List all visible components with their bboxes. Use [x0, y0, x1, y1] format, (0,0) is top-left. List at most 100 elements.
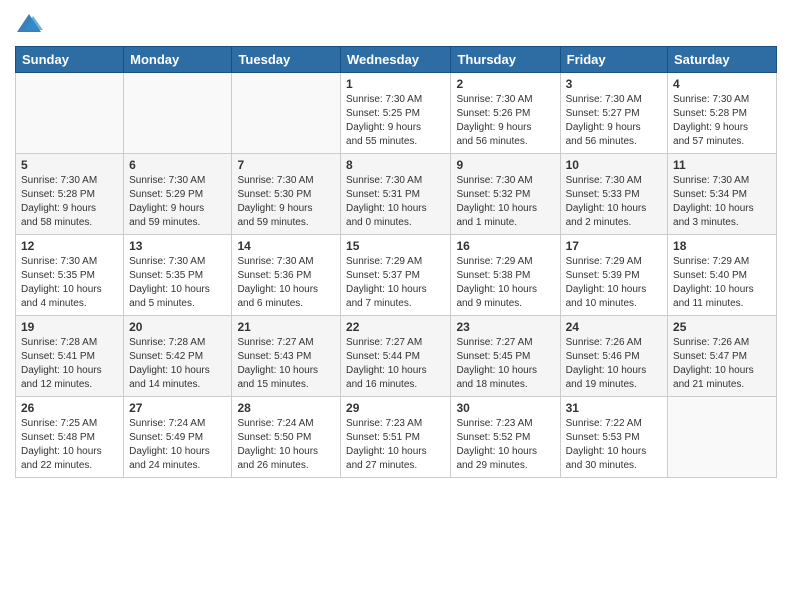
calendar-cell: 20 Sunrise: 7:28 AM Sunset: 5:42 PM Dayli… — [124, 316, 232, 397]
day-number: 20 — [129, 320, 226, 334]
weekday-header-monday: Monday — [124, 47, 232, 73]
day-number: 1 — [346, 77, 445, 91]
calendar-cell: 5Sunrise: 7:30 AM Sunset: 5:28 PM Daylig… — [16, 154, 124, 235]
calendar-cell: 10 Sunrise: 7:30 AM Sunset: 5:33 PM Dayli… — [560, 154, 667, 235]
day-info: Sunrise: 7:23 AM Sunset: 5:52 PM Dayligh… — [456, 417, 554, 473]
page-header — [15, 10, 777, 38]
day-info: Sunrise: 7:29 AM Sunset: 5:37 PM Dayligh… — [346, 255, 445, 311]
calendar-cell: 3Sunrise: 7:30 AM Sunset: 5:27 PM Daylig… — [560, 73, 667, 154]
day-number: 3 — [566, 77, 662, 91]
day-info: Sunrise: 7:29 AM Sunset: 5:39 PM Dayligh… — [566, 255, 662, 311]
day-info: Sunrise: 7:30 AM Sunset: 5:26 PM Dayligh… — [456, 93, 554, 149]
calendar-cell: 4 Sunrise: 7:30 AM Sunset: 5:28 PM Daylig… — [668, 73, 777, 154]
day-number: 23 — [456, 320, 554, 334]
calendar-cell: 15 Sunrise: 7:29 AM Sunset: 5:37 PM Dayli… — [341, 235, 451, 316]
day-info: Sunrise: 7:24 AM Sunset: 5:49 PM Dayligh… — [129, 417, 226, 473]
day-info: Sunrise: 7:29 AM Sunset: 5:40 PM Dayligh… — [673, 255, 771, 311]
weekday-header-row: SundayMondayTuesdayWednesdayThursdayFrid… — [16, 47, 777, 73]
day-info: Sunrise: 7:30 AM Sunset: 5:35 PM Dayligh… — [21, 255, 118, 311]
weekday-header-thursday: Thursday — [451, 47, 560, 73]
day-number: 5 — [21, 158, 118, 172]
calendar-cell: 17Sunrise: 7:29 AM Sunset: 5:39 PM Dayli… — [560, 235, 667, 316]
day-info: Sunrise: 7:30 AM Sunset: 5:36 PM Dayligh… — [237, 255, 335, 311]
day-number: 16 — [456, 239, 554, 253]
calendar-cell: 6Sunrise: 7:30 AM Sunset: 5:29 PM Daylig… — [124, 154, 232, 235]
day-info: Sunrise: 7:22 AM Sunset: 5:53 PM Dayligh… — [566, 417, 662, 473]
calendar-cell: 12 Sunrise: 7:30 AM Sunset: 5:35 PM Dayli… — [16, 235, 124, 316]
calendar-cell: 21 Sunrise: 7:27 AM Sunset: 5:43 PM Dayli… — [232, 316, 341, 397]
day-number: 25 — [673, 320, 771, 334]
calendar-cell: 9 Sunrise: 7:30 AM Sunset: 5:32 PM Daylig… — [451, 154, 560, 235]
day-number: 31 — [566, 401, 662, 415]
weekday-header-tuesday: Tuesday — [232, 47, 341, 73]
day-number: 11 — [673, 158, 771, 172]
day-info: Sunrise: 7:30 AM Sunset: 5:25 PM Dayligh… — [346, 93, 445, 149]
calendar-week-2: 5Sunrise: 7:30 AM Sunset: 5:28 PM Daylig… — [16, 154, 777, 235]
day-number: 27 — [129, 401, 226, 415]
day-number: 4 — [673, 77, 771, 91]
calendar-cell: 30 Sunrise: 7:23 AM Sunset: 5:52 PM Dayli… — [451, 397, 560, 478]
day-info: Sunrise: 7:30 AM Sunset: 5:34 PM Dayligh… — [673, 174, 771, 230]
calendar-cell: 19 Sunrise: 7:28 AM Sunset: 5:41 PM Dayli… — [16, 316, 124, 397]
logo — [15, 10, 47, 38]
day-number: 15 — [346, 239, 445, 253]
calendar-cell: 31 Sunrise: 7:22 AM Sunset: 5:53 PM Dayli… — [560, 397, 667, 478]
calendar-cell: 11 Sunrise: 7:30 AM Sunset: 5:34 PM Dayli… — [668, 154, 777, 235]
calendar-cell: 29Sunrise: 7:23 AM Sunset: 5:51 PM Dayli… — [341, 397, 451, 478]
day-number: 21 — [237, 320, 335, 334]
calendar-cell: 1 Sunrise: 7:30 AM Sunset: 5:25 PM Daylig… — [341, 73, 451, 154]
calendar-cell: 8 Sunrise: 7:30 AM Sunset: 5:31 PM Daylig… — [341, 154, 451, 235]
day-number: 14 — [237, 239, 335, 253]
day-number: 7 — [237, 158, 335, 172]
day-info: Sunrise: 7:30 AM Sunset: 5:30 PM Dayligh… — [237, 174, 335, 230]
day-info: Sunrise: 7:30 AM Sunset: 5:31 PM Dayligh… — [346, 174, 445, 230]
day-info: Sunrise: 7:28 AM Sunset: 5:41 PM Dayligh… — [21, 336, 118, 392]
calendar-table: SundayMondayTuesdayWednesdayThursdayFrid… — [15, 46, 777, 478]
calendar-cell: 16Sunrise: 7:29 AM Sunset: 5:38 PM Dayli… — [451, 235, 560, 316]
day-number: 12 — [21, 239, 118, 253]
day-number: 9 — [456, 158, 554, 172]
calendar-week-4: 19 Sunrise: 7:28 AM Sunset: 5:41 PM Dayli… — [16, 316, 777, 397]
calendar-cell: 2 Sunrise: 7:30 AM Sunset: 5:26 PM Daylig… — [451, 73, 560, 154]
day-info: Sunrise: 7:27 AM Sunset: 5:43 PM Dayligh… — [237, 336, 335, 392]
day-info: Sunrise: 7:26 AM Sunset: 5:47 PM Dayligh… — [673, 336, 771, 392]
day-number: 28 — [237, 401, 335, 415]
day-info: Sunrise: 7:26 AM Sunset: 5:46 PM Dayligh… — [566, 336, 662, 392]
day-info: Sunrise: 7:28 AM Sunset: 5:42 PM Dayligh… — [129, 336, 226, 392]
day-info: Sunrise: 7:30 AM Sunset: 5:28 PM Dayligh… — [673, 93, 771, 149]
calendar-cell: 13Sunrise: 7:30 AM Sunset: 5:35 PM Dayli… — [124, 235, 232, 316]
day-number: 19 — [21, 320, 118, 334]
weekday-header-saturday: Saturday — [668, 47, 777, 73]
day-number: 8 — [346, 158, 445, 172]
day-info: Sunrise: 7:27 AM Sunset: 5:45 PM Dayligh… — [456, 336, 554, 392]
day-number: 2 — [456, 77, 554, 91]
calendar-cell: 26Sunrise: 7:25 AM Sunset: 5:48 PM Dayli… — [16, 397, 124, 478]
weekday-header-friday: Friday — [560, 47, 667, 73]
calendar-cell: 18Sunrise: 7:29 AM Sunset: 5:40 PM Dayli… — [668, 235, 777, 316]
weekday-header-wednesday: Wednesday — [341, 47, 451, 73]
day-info: Sunrise: 7:30 AM Sunset: 5:35 PM Dayligh… — [129, 255, 226, 311]
day-info: Sunrise: 7:25 AM Sunset: 5:48 PM Dayligh… — [21, 417, 118, 473]
day-number: 22 — [346, 320, 445, 334]
day-info: Sunrise: 7:30 AM Sunset: 5:29 PM Dayligh… — [129, 174, 226, 230]
logo-icon — [15, 10, 43, 38]
calendar-cell: 24Sunrise: 7:26 AM Sunset: 5:46 PM Dayli… — [560, 316, 667, 397]
day-number: 30 — [456, 401, 554, 415]
calendar-cell — [668, 397, 777, 478]
calendar-cell: 23 Sunrise: 7:27 AM Sunset: 5:45 PM Dayli… — [451, 316, 560, 397]
day-info: Sunrise: 7:30 AM Sunset: 5:33 PM Dayligh… — [566, 174, 662, 230]
weekday-header-sunday: Sunday — [16, 47, 124, 73]
calendar-cell: 22 Sunrise: 7:27 AM Sunset: 5:44 PM Dayli… — [341, 316, 451, 397]
calendar-week-3: 12 Sunrise: 7:30 AM Sunset: 5:35 PM Dayli… — [16, 235, 777, 316]
calendar-cell: 14 Sunrise: 7:30 AM Sunset: 5:36 PM Dayli… — [232, 235, 341, 316]
day-info: Sunrise: 7:24 AM Sunset: 5:50 PM Dayligh… — [237, 417, 335, 473]
calendar-week-1: 1 Sunrise: 7:30 AM Sunset: 5:25 PM Daylig… — [16, 73, 777, 154]
calendar-cell — [124, 73, 232, 154]
calendar-cell: 25 Sunrise: 7:26 AM Sunset: 5:47 PM Dayli… — [668, 316, 777, 397]
day-number: 10 — [566, 158, 662, 172]
day-info: Sunrise: 7:27 AM Sunset: 5:44 PM Dayligh… — [346, 336, 445, 392]
day-info: Sunrise: 7:30 AM Sunset: 5:32 PM Dayligh… — [456, 174, 554, 230]
calendar-cell: 27 Sunrise: 7:24 AM Sunset: 5:49 PM Dayli… — [124, 397, 232, 478]
day-info: Sunrise: 7:23 AM Sunset: 5:51 PM Dayligh… — [346, 417, 445, 473]
calendar-cell — [232, 73, 341, 154]
